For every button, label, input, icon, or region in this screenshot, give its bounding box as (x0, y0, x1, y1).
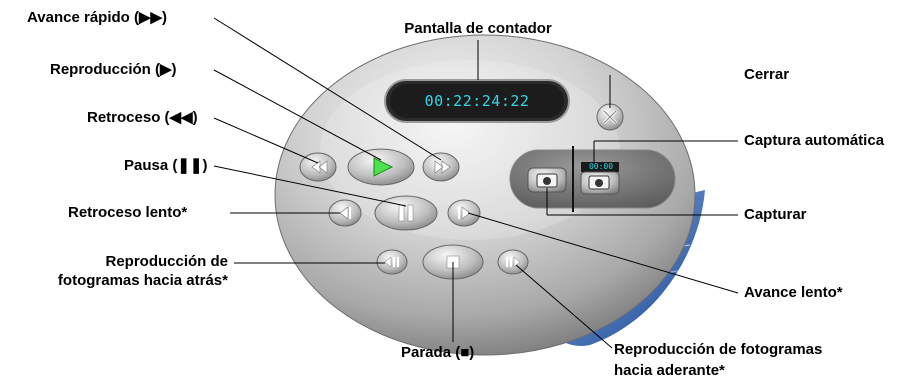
player-illustration (213, 17, 739, 356)
label-play: Reproducción (▶) (50, 61, 177, 78)
label-frame-forward-1: Reproducción de fotogramas (614, 341, 823, 358)
frame-back-button[interactable] (376, 249, 408, 275)
label-capture: Capturar (744, 206, 807, 223)
label-fast-forward: Avance rápido (▶▶) (27, 9, 168, 26)
label-pause: Pausa (❚❚) (124, 157, 208, 174)
label-frame-back-1: Reproducción de (105, 253, 228, 270)
play-button[interactable] (347, 148, 415, 186)
slow-forward-button[interactable] (447, 199, 481, 227)
counter-readout: 00:22:24:22 (424, 92, 530, 110)
label-auto-capture: Captura automática (744, 132, 885, 149)
label-close: Cerrar (744, 66, 790, 83)
label-stop: Parada (■) (401, 344, 475, 361)
auto-capture-counter: 00:00 (588, 162, 614, 171)
label-counter-display: Pantalla de contador (404, 20, 552, 37)
frame-forward-button[interactable] (497, 249, 529, 275)
label-rewind: Retroceso (◀◀) (87, 109, 198, 126)
label-slow-forward: Avance lento* (744, 284, 843, 301)
label-slow-rewind: Retroceso lento* (68, 204, 188, 221)
label-frame-back-2: fotogramas hacia atrás* (57, 272, 228, 289)
diagram: 00:22:24:22 00:00 Avance rápido (▶▶) Pan… (0, 0, 918, 381)
label-frame-forward-2: hacia aderante* (614, 362, 725, 379)
fast-forward-button[interactable] (422, 152, 460, 182)
